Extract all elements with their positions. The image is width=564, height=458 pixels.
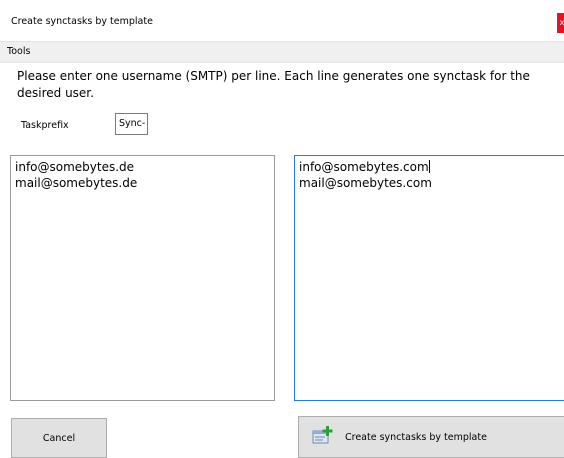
window-title: Create synctasks by template [11,16,153,27]
target-line-text: info@somebytes.com [299,160,429,174]
target-line: info@somebytes.com [299,159,564,175]
source-line: info@somebytes.de [15,160,135,174]
taskprefix-input[interactable]: Sync- [115,113,148,135]
menu-item-tools[interactable]: Tools [7,46,30,58]
title-bar: Create synctasks by template x [0,0,564,36]
source-usernames-textbox[interactable]: info@somebytes.de mail@somebytes.de [10,155,275,401]
close-button[interactable]: x [557,13,564,33]
cancel-button[interactable]: Cancel [11,418,107,458]
text-caret [428,160,430,173]
source-line: mail@somebytes.de [15,176,138,190]
cancel-button-label: Cancel [42,433,76,444]
create-button-label: Create synctasks by template [345,432,487,443]
menu-bar: Tools [0,41,564,63]
taskprefix-label: Taskprefix [21,120,69,131]
target-usernames-textbox[interactable]: info@somebytes.com mail@somebytes.com [294,155,564,401]
close-icon: x [559,18,564,27]
target-line: mail@somebytes.com [299,176,432,190]
add-task-icon [312,425,334,445]
instructions-text: Please enter one username (SMTP) per lin… [17,69,530,100]
